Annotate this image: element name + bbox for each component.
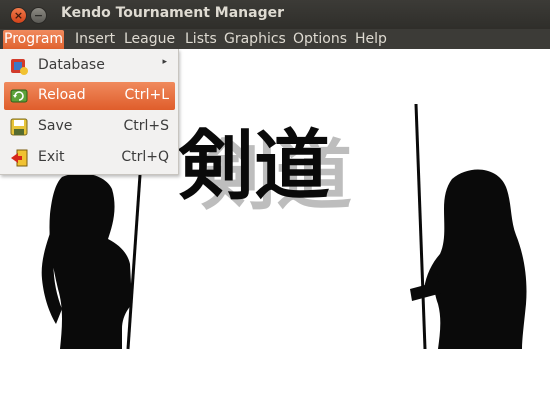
reload-icon	[10, 89, 28, 103]
menu-program[interactable]: Program	[3, 30, 65, 49]
submenu-arrow-icon: ▸	[162, 57, 167, 67]
menu-item-shortcut: Ctrl+Q	[121, 149, 169, 165]
exit-icon	[11, 149, 28, 167]
menu-help[interactable]: Help	[354, 30, 388, 49]
menu-bar: Program Insert League Lists Graphics Opt…	[0, 29, 550, 49]
program-menu-dropdown: Database ▸ Reload Ctrl+L Save Ctrl+S Exi…	[0, 49, 179, 175]
menu-item-label: Reload	[38, 87, 86, 103]
menu-graphics[interactable]: Graphics	[223, 30, 287, 49]
kendoka-silhouette-right	[410, 103, 527, 350]
menu-insert[interactable]: Insert	[74, 30, 116, 49]
menu-item-database[interactable]: Database ▸	[4, 52, 175, 80]
minimize-button[interactable]: −	[30, 7, 47, 24]
kendoka-silhouette-left	[41, 173, 142, 350]
menu-item-shortcut: Ctrl+L	[124, 87, 169, 103]
menu-league[interactable]: League	[123, 30, 176, 49]
close-button[interactable]: ×	[10, 7, 27, 24]
database-icon	[11, 59, 28, 75]
menu-item-reload[interactable]: Reload Ctrl+L	[4, 82, 175, 110]
menu-item-label: Save	[38, 118, 73, 134]
menu-item-save[interactable]: Save Ctrl+S	[4, 113, 175, 141]
save-icon	[10, 118, 28, 136]
window-title: Kendo Tournament Manager	[61, 5, 285, 21]
title-bar: × − Kendo Tournament Manager	[0, 0, 550, 29]
menu-options[interactable]: Options	[292, 30, 348, 49]
menu-item-exit[interactable]: Exit Ctrl+Q	[4, 144, 175, 172]
menu-item-label: Database	[38, 57, 105, 73]
menu-item-shortcut: Ctrl+S	[123, 118, 169, 134]
calligraphy-kendo: 剣道	[177, 121, 330, 210]
menu-lists[interactable]: Lists	[184, 30, 218, 49]
menu-item-label: Exit	[38, 149, 65, 165]
